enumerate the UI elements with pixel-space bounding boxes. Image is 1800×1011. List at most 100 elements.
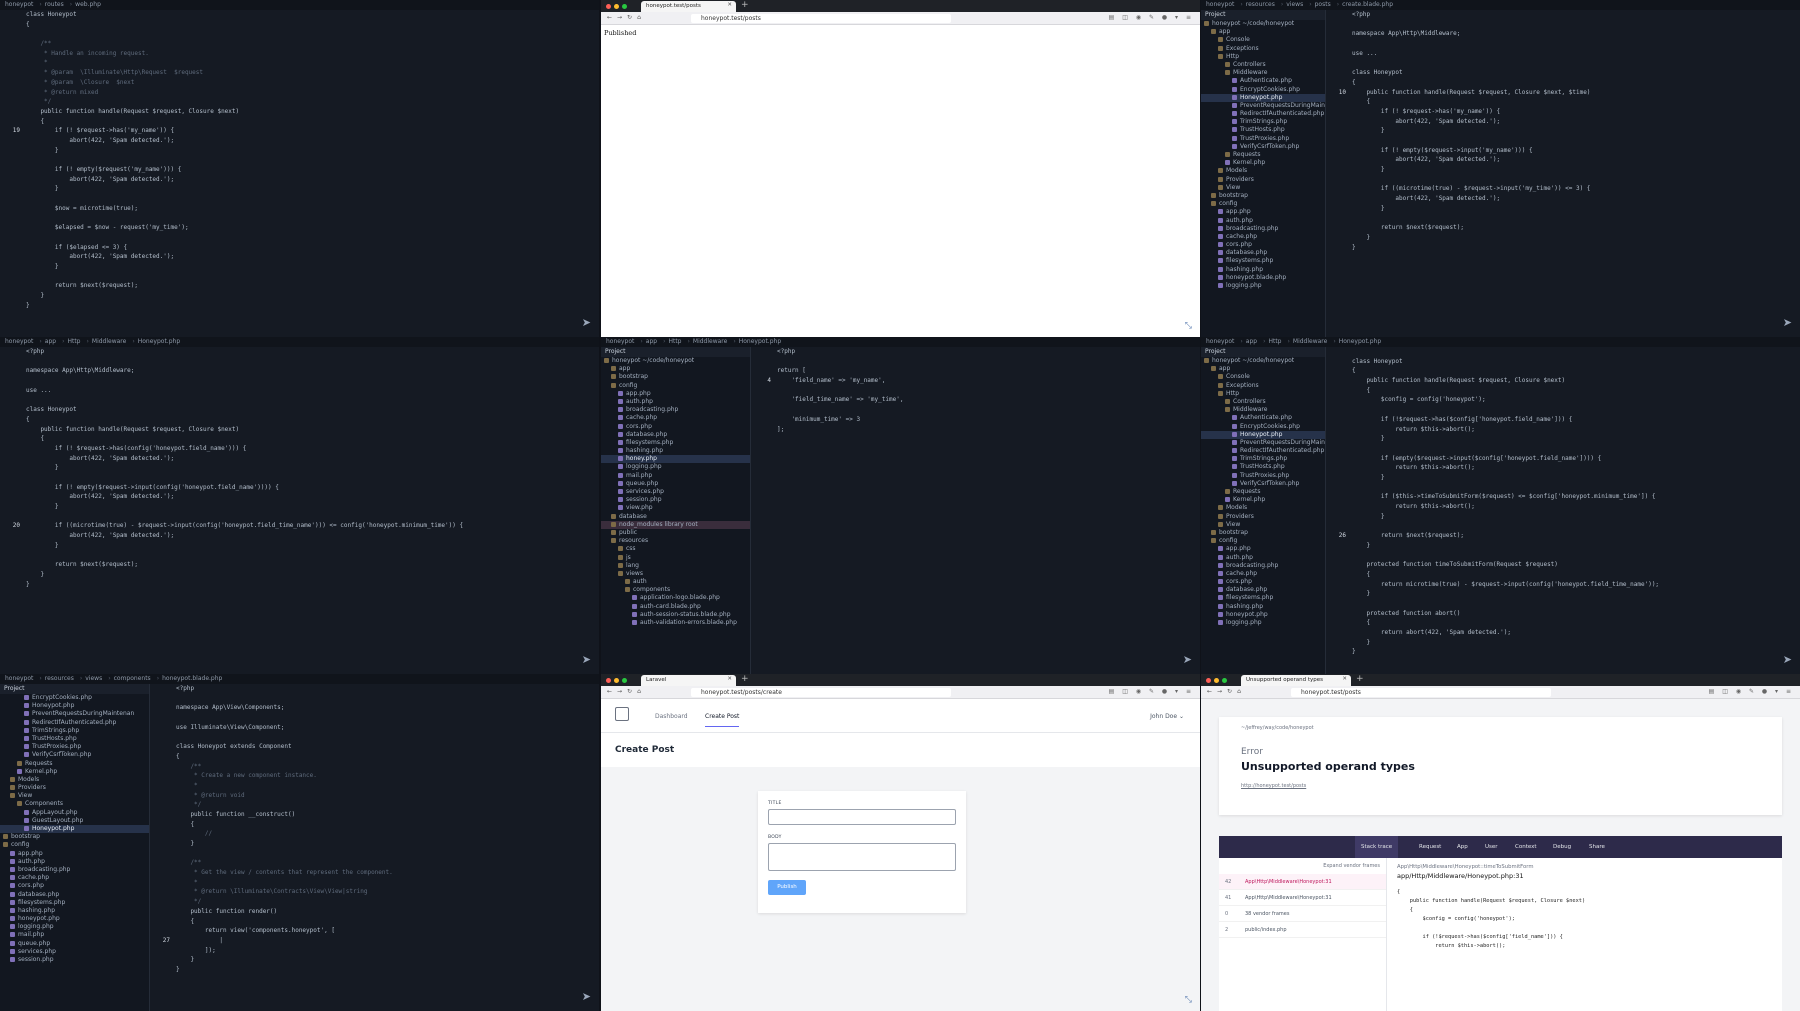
folder-item[interactable]: bootstrap	[0, 833, 149, 841]
file-item[interactable]: PreventRequestsDuringMaintena	[1201, 439, 1325, 447]
breadcrumb-item[interactable]: Honeypot.php	[1339, 338, 1381, 345]
file-item[interactable]: services.php	[0, 948, 149, 956]
breadcrumb-item[interactable]: create.blade.php	[1342, 1, 1393, 8]
folder-item[interactable]: honeypot ~/code/honeypot	[601, 357, 750, 365]
breadcrumb-item[interactable]: Honeypot.php	[138, 338, 180, 345]
file-item[interactable]: cache.php	[1201, 233, 1325, 241]
folder-item[interactable]: database	[601, 513, 750, 521]
error-url-link[interactable]: http://honeypot.test/posts	[1241, 783, 1760, 789]
file-item[interactable]: honeypot.blade.php	[1201, 274, 1325, 282]
file-item[interactable]: Kernel.php	[0, 768, 149, 776]
file-item[interactable]: TrustProxies.php	[1201, 135, 1325, 143]
file-item[interactable]: auth.php	[0, 858, 149, 866]
send-icon[interactable]: ➤	[582, 990, 591, 1003]
breadcrumb-item[interactable]: Middleware	[92, 338, 126, 345]
file-item[interactable]: TrustHosts.php	[0, 735, 149, 743]
file-item[interactable]: broadcasting.php	[1201, 225, 1325, 233]
file-item[interactable]: session.php	[601, 496, 750, 504]
new-tab-icon[interactable]: +	[741, 674, 749, 684]
file-item[interactable]: hashing.php	[1201, 603, 1325, 611]
folder-item[interactable]: node_modules library root	[601, 520, 750, 529]
tab-debug[interactable]: Debug	[1553, 844, 1571, 850]
breadcrumb-item[interactable]: Middleware	[693, 338, 727, 345]
file-item[interactable]: Honeypot.php	[0, 825, 149, 834]
breadcrumb-item[interactable]: components	[114, 675, 151, 682]
url-field[interactable]: honeypot.test/posts	[1291, 688, 1551, 697]
folder-item[interactable]: Console	[1201, 36, 1325, 44]
file-item[interactable]: honeypot.php	[0, 915, 149, 923]
file-item[interactable]: app.php	[601, 390, 750, 398]
file-item[interactable]: cors.php	[1201, 578, 1325, 586]
file-item[interactable]: RedirectIfAuthenticated.php	[0, 719, 149, 727]
stack-frame[interactable]: 0 38 vendor frames	[1219, 906, 1386, 922]
file-item[interactable]: Honeypot.php	[0, 702, 149, 710]
send-icon[interactable]: ➤	[1183, 653, 1192, 666]
file-item[interactable]: database.php	[1201, 586, 1325, 594]
file-item[interactable]: TrustProxies.php	[0, 743, 149, 751]
window-controls[interactable]	[1206, 677, 1230, 685]
breadcrumb-item[interactable]: web.php	[75, 1, 101, 8]
send-icon[interactable]: ➤	[1783, 653, 1792, 666]
folder-item[interactable]: app	[601, 365, 750, 373]
file-item[interactable]: TrustHosts.php	[1201, 126, 1325, 134]
breadcrumb-item[interactable]: honeypot.blade.php	[162, 675, 222, 682]
folder-item[interactable]: Exceptions	[1201, 382, 1325, 390]
file-item[interactable]: EncryptCookies.php	[0, 694, 149, 702]
folder-item[interactable]: Console	[1201, 373, 1325, 381]
resize-icon[interactable]: ⤡	[1185, 995, 1192, 1005]
browser-tab[interactable]: Unsupported operand types ✕	[1241, 675, 1351, 686]
send-icon[interactable]: ➤	[1783, 316, 1792, 329]
nav-buttons[interactable]: ←→↻⌂	[1207, 688, 1246, 695]
folder-item[interactable]: app	[1201, 28, 1325, 36]
file-item[interactable]: app.php	[1201, 545, 1325, 553]
close-icon[interactable]: ✕	[727, 676, 732, 682]
publish-button[interactable]: Publish	[768, 880, 806, 895]
file-item[interactable]: VerifyCsrfToken.php	[1201, 143, 1325, 151]
file-item[interactable]: auth-validation-errors.blade.php	[601, 619, 750, 627]
breadcrumb-item[interactable]: views	[1286, 1, 1303, 8]
file-item[interactable]: Honeypot.php	[1201, 430, 1325, 439]
file-item[interactable]: auth-session-status.blade.php	[601, 611, 750, 619]
folder-item[interactable]: Requests	[1201, 151, 1325, 159]
file-item[interactable]: database.php	[601, 431, 750, 439]
breadcrumb-item[interactable]: Http	[67, 338, 80, 345]
file-item[interactable]: mail.php	[601, 472, 750, 480]
folder-item[interactable]: honeypot ~/code/honeypot	[1201, 20, 1325, 28]
folder-item[interactable]: Exceptions	[1201, 45, 1325, 53]
code-editor[interactable]: 26 class Honeypot { public function handl…	[1326, 347, 1800, 674]
folder-item[interactable]: Components	[0, 800, 149, 808]
file-item[interactable]: logging.php	[1201, 619, 1325, 627]
folder-item[interactable]: View	[1201, 184, 1325, 192]
file-item[interactable]: queue.php	[601, 480, 750, 488]
file-item[interactable]: cache.php	[1201, 570, 1325, 578]
file-item[interactable]: view.php	[601, 504, 750, 512]
file-item[interactable]: auth.php	[1201, 554, 1325, 562]
folder-item[interactable]: public	[601, 529, 750, 537]
file-item[interactable]: database.php	[1201, 249, 1325, 257]
file-item[interactable]: application-logo.blade.php	[601, 594, 750, 602]
breadcrumb-item[interactable]: honeypot	[606, 338, 634, 345]
file-item[interactable]: TrimStrings.php	[1201, 118, 1325, 126]
send-icon[interactable]: ➤	[582, 316, 591, 329]
folder-item[interactable]: lang	[601, 562, 750, 570]
file-item[interactable]: hashing.php	[601, 447, 750, 455]
folder-item[interactable]: Requests	[1201, 488, 1325, 496]
code-text[interactable]: class Honeypot { public function handle(R…	[1352, 347, 1800, 674]
file-item[interactable]: TrustHosts.php	[1201, 463, 1325, 471]
folder-item[interactable]: bootstrap	[601, 373, 750, 381]
file-item[interactable]: AppLayout.php	[0, 809, 149, 817]
file-item[interactable]: logging.php	[1201, 282, 1325, 290]
stack-frame[interactable]: 2 public/index.php	[1219, 922, 1386, 938]
tab-context[interactable]: Context	[1515, 844, 1537, 850]
nav-buttons[interactable]: ←→↻⌂	[607, 14, 646, 21]
tab-share[interactable]: Share	[1589, 844, 1605, 850]
file-item[interactable]: broadcasting.php	[1201, 562, 1325, 570]
breadcrumb-item[interactable]: honeypot	[1206, 338, 1234, 345]
file-item[interactable]: hashing.php	[1201, 266, 1325, 274]
breadcrumb-item[interactable]: routes	[45, 1, 64, 8]
file-item[interactable]: filesystems.php	[1201, 594, 1325, 602]
file-item[interactable]: cache.php	[0, 874, 149, 882]
file-item[interactable]: filesystems.php	[0, 899, 149, 907]
folder-item[interactable]: bootstrap	[1201, 192, 1325, 200]
file-item[interactable]: EncryptCookies.php	[1201, 423, 1325, 431]
